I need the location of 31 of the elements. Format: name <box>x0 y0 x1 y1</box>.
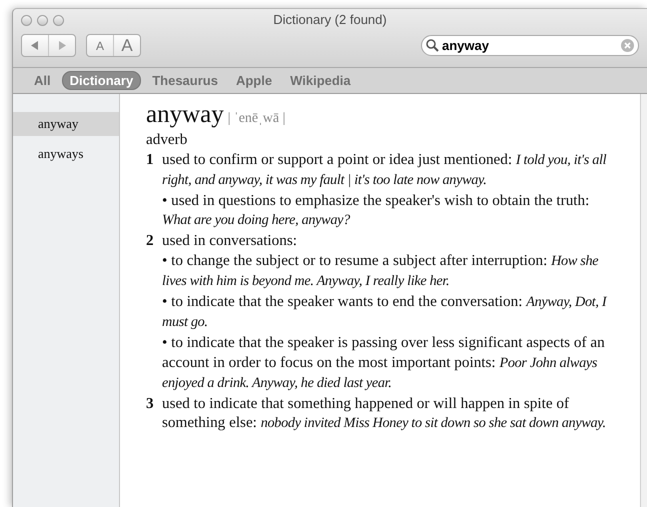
zoom-button[interactable] <box>53 14 64 26</box>
definition: used in conversations: <box>162 230 298 251</box>
result-item[interactable]: anyways <box>13 142 119 166</box>
forward-icon <box>58 41 66 50</box>
source-tab[interactable]: Wikipedia <box>283 72 358 89</box>
clear-icon <box>621 39 634 52</box>
pronunciation: | ˈenēˌwā | <box>228 110 286 128</box>
sense-number: 2 <box>146 230 155 251</box>
subdefinition: • used in questions to emphasize the speaker's wish to obtain the truth: What are you doing here, anyway? <box>162 190 590 230</box>
smaller-text-button[interactable]: A <box>87 35 113 56</box>
source-tab[interactable]: Thesaurus <box>145 72 225 89</box>
source-tab[interactable]: Dictionary <box>62 71 142 90</box>
definition: used to confirm or support a point or idea just mentioned: I told you, it's all right, and anyway, it was my fault | it's too late now anyway. <box>162 150 608 190</box>
search-field[interactable]: anyway <box>421 35 639 56</box>
larger-text-button[interactable]: A <box>113 35 140 56</box>
result-item[interactable]: anyway <box>13 112 119 136</box>
subdefinition: • to indicate that the speaker is passing over less significant aspects of an account in order to focus on the most important points: Poor John always enjoyed a drink. Anyway, he died last year. <box>162 332 606 394</box>
sense-number: 3 <box>146 394 155 414</box>
part-of-speech: adverb <box>146 130 188 150</box>
back-icon <box>31 41 39 50</box>
subdefinition: • to change the subject or to resume a subject after interruption: How she lives with him is beyond me. Anyway, I really like her. <box>162 250 600 292</box>
definition: used to indicate that something happened or will happen in spite of something else: nobody invited Miss Honey to sit down so she sat down anyway. <box>162 394 607 434</box>
headword: anyway <box>146 100 224 130</box>
close-button[interactable] <box>21 14 32 26</box>
sense-number: 1 <box>146 150 155 170</box>
search-icon <box>426 39 439 52</box>
minimize-button[interactable] <box>37 14 48 26</box>
source-tab[interactable]: Apple <box>228 72 280 89</box>
subdefinition: • to indicate that the speaker wants to end the conversation: Anyway, Dot, I must go. <box>162 292 608 332</box>
window-title: Dictionary (2 found) <box>273 12 387 27</box>
source-tab[interactable]: All <box>27 72 58 89</box>
